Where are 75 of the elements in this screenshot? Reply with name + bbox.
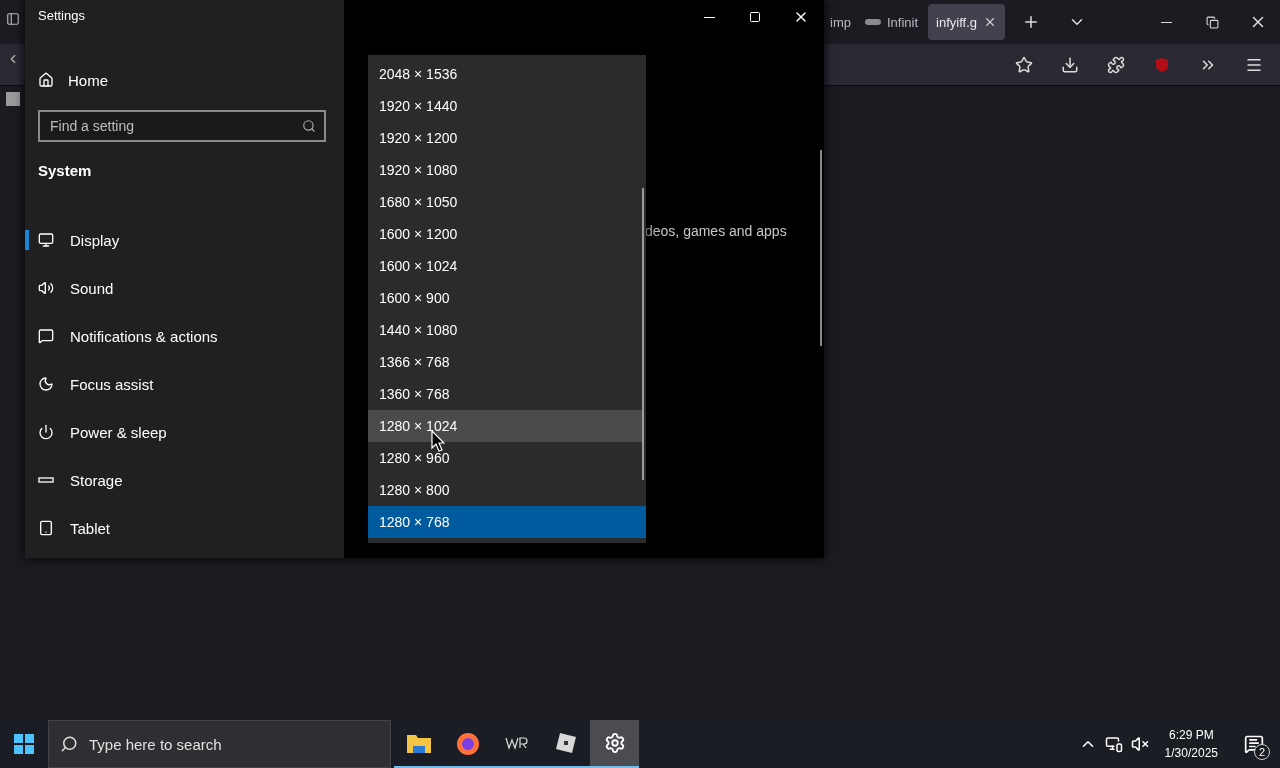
resolution-option[interactable]: 2048 × 1536: [368, 58, 642, 90]
home-link[interactable]: Home: [38, 64, 344, 96]
nav-item[interactable]: Focus assist: [25, 360, 344, 408]
network-icon[interactable]: [1104, 735, 1123, 753]
search-icon: [302, 119, 316, 133]
browser-tab[interactable]: imp: [826, 4, 855, 40]
resolution-option[interactable]: 1280 × 800: [368, 474, 642, 506]
sidebar-icon[interactable]: [5, 12, 20, 26]
resolution-option[interactable]: 1366 × 768: [368, 346, 642, 378]
nav-item[interactable]: Sound: [25, 264, 344, 312]
power-icon: [38, 424, 54, 440]
home-icon: [38, 72, 54, 88]
favicon-icon: [5, 92, 20, 106]
moon-icon: [38, 376, 54, 392]
notification-badge: 2: [1254, 744, 1270, 760]
taskbar-search-field[interactable]: Type here to search: [48, 720, 391, 768]
cube-icon: [553, 731, 578, 755]
resolution-option[interactable]: 1600 × 1024: [368, 250, 642, 282]
section-heading: System: [38, 162, 93, 181]
search-field[interactable]: Find a setting: [38, 110, 326, 142]
resolution-option[interactable]: 1920 × 1200: [368, 122, 642, 154]
nav-label: Storage: [70, 471, 123, 489]
resolution-option[interactable]: 1600 × 1200: [368, 218, 642, 250]
volume-muted-icon[interactable]: [1130, 735, 1149, 753]
scrollbar[interactable]: [642, 188, 644, 480]
speaker-icon: [38, 280, 54, 296]
nav-item[interactable]: Notifications & actions: [25, 312, 344, 360]
search-icon: [60, 735, 78, 753]
tablet-icon: [38, 520, 54, 536]
download-icon: [1061, 55, 1079, 74]
resolution-option[interactable]: 1280 × 960: [368, 442, 642, 474]
resolution-option[interactable]: 1280 × 768: [368, 506, 646, 538]
nav-label: Notifications & actions: [70, 327, 218, 345]
resolution-option[interactable]: 1360 × 768: [368, 378, 642, 410]
resolution-option[interactable]: 1920 × 1080: [368, 154, 642, 186]
browser-icon: [454, 730, 481, 756]
resolution-option[interactable]: 1440 × 1080: [368, 314, 642, 346]
plus-icon: [1022, 13, 1040, 31]
nav-label: Sound: [70, 279, 114, 297]
restore-icon: [1205, 15, 1219, 29]
message-icon: [38, 328, 54, 344]
browser-tab[interactable]: infyiff.g: [928, 4, 1005, 40]
description-text: deos, games and apps: [645, 223, 787, 239]
notifications-button[interactable]: 2: [1234, 720, 1274, 768]
clock[interactable]: 6:29 PM 1/30/2025: [1156, 726, 1226, 762]
maximize-icon: [749, 11, 761, 23]
nav-item[interactable]: Tablet: [25, 504, 344, 552]
puzzle-icon: [1107, 55, 1125, 74]
nav-label: Tablet: [70, 519, 111, 537]
scrollbar[interactable]: [820, 150, 822, 346]
app-icon: [504, 736, 529, 750]
nav-label: Focus assist: [70, 375, 154, 393]
folder-icon: [405, 732, 432, 754]
nav-item[interactable]: Storage: [25, 456, 344, 504]
close-tab-icon[interactable]: [983, 15, 997, 29]
resolution-option[interactable]: 1680 × 1050: [368, 186, 642, 218]
monitor-icon: [38, 232, 54, 248]
star-icon: [1015, 55, 1033, 74]
window-title: Settings: [38, 8, 86, 25]
nav-item[interactable]: Power & sleep: [25, 408, 344, 456]
nav-label: Display: [70, 231, 120, 249]
resolution-option[interactable]: 1280 × 1024: [368, 410, 642, 442]
resolution-option[interactable]: 1600 × 900: [368, 282, 642, 314]
message-icon: [1244, 734, 1264, 754]
nav-label: Power & sleep: [70, 423, 167, 441]
minimize-icon: [1160, 21, 1172, 23]
windows-logo-icon: [14, 734, 34, 754]
cursor-icon: [431, 430, 445, 452]
favicon-icon: [864, 18, 881, 26]
minimize-icon: [703, 16, 715, 18]
taskbar-app[interactable]: [590, 720, 639, 768]
browser-tab[interactable]: Infinit: [860, 4, 923, 40]
shield-icon: [1154, 56, 1170, 73]
settings-icon: [603, 732, 626, 754]
resolution-option[interactable]: 1920 × 1440: [368, 90, 642, 122]
